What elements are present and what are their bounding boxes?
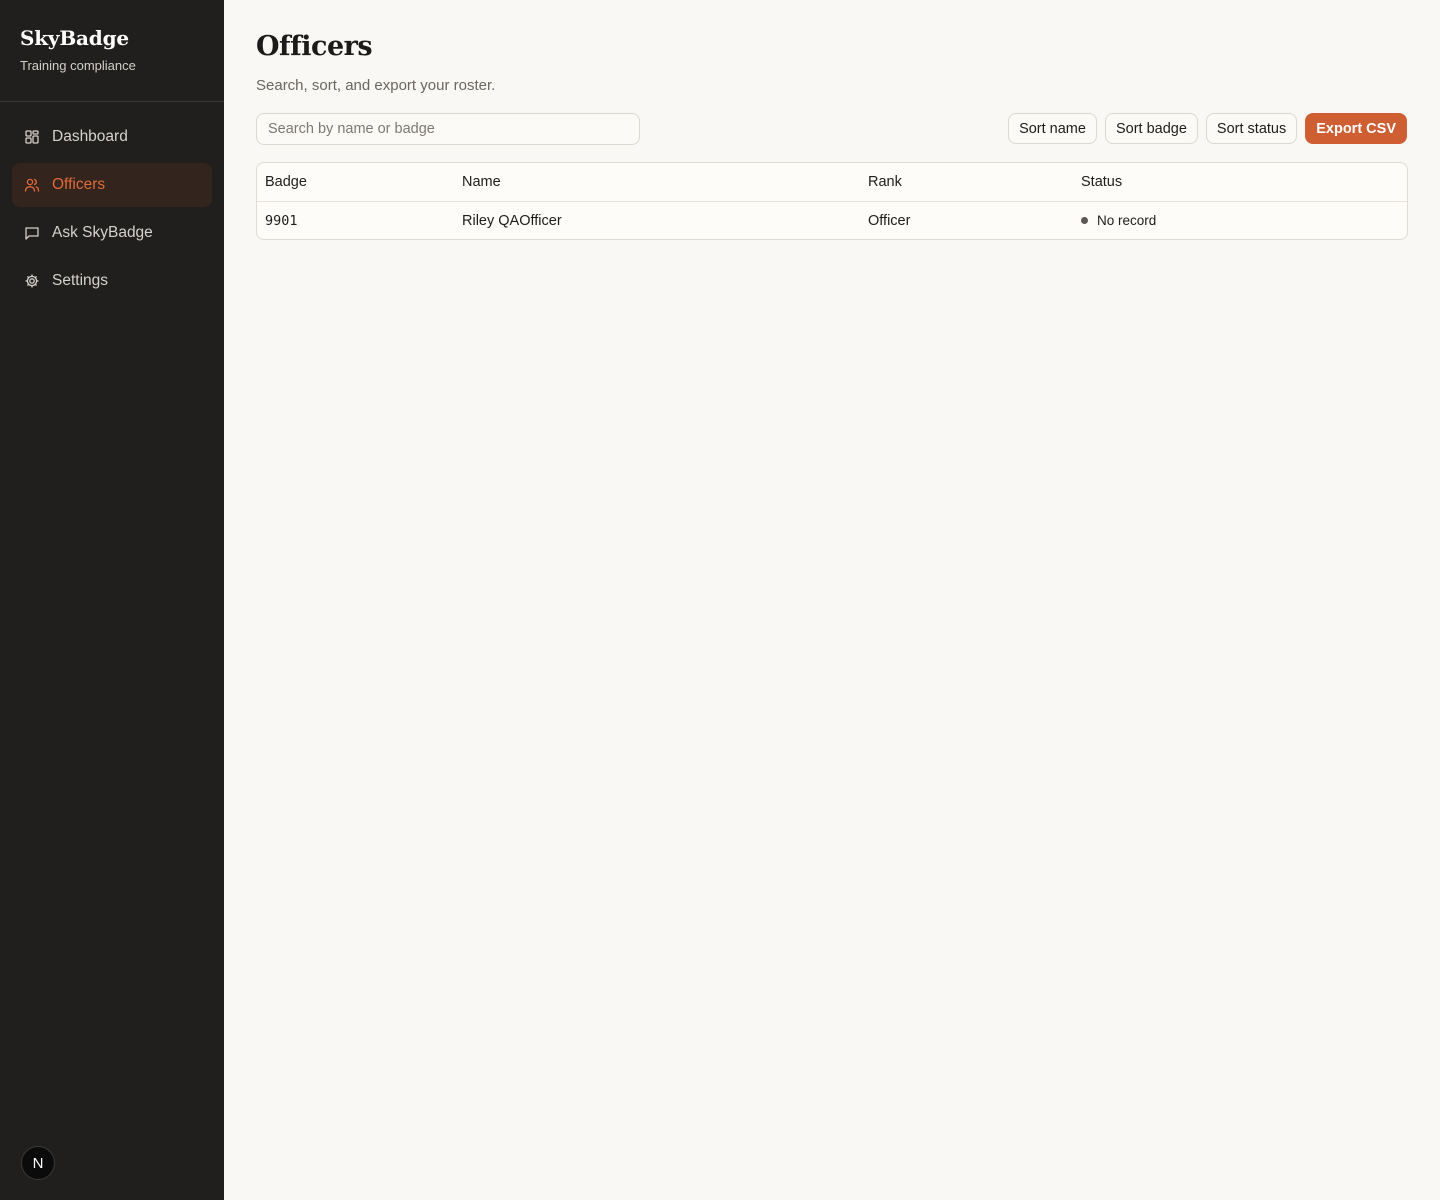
chat-icon bbox=[24, 225, 40, 241]
sidebar-item-label: Ask SkyBadge bbox=[52, 224, 153, 241]
sidebar-item-ask-skybadge[interactable]: Ask SkyBadge bbox=[12, 211, 212, 255]
sidebar-item-label: Officers bbox=[52, 176, 106, 193]
search-input[interactable] bbox=[256, 113, 640, 145]
sidebar-item-settings[interactable]: Settings bbox=[12, 259, 212, 303]
gear-icon bbox=[24, 273, 40, 289]
sidebar: SkyBadge Training compliance Dashboard O… bbox=[0, 0, 224, 1200]
sort-status-button[interactable]: Sort status bbox=[1205, 113, 1298, 144]
status-label: No record bbox=[1097, 213, 1157, 228]
sidebar-nav: Dashboard Officers Ask SkyBadge Settings bbox=[0, 102, 224, 303]
users-icon bbox=[24, 177, 40, 193]
column-header-name[interactable]: Name bbox=[462, 174, 868, 190]
sidebar-item-label: Settings bbox=[52, 272, 109, 289]
cell-rank: Officer bbox=[868, 212, 911, 229]
page-title: Officers bbox=[256, 31, 373, 62]
page-subtitle: Search, sort, and export your roster. bbox=[256, 77, 496, 94]
column-header-rank[interactable]: Rank bbox=[868, 174, 1081, 190]
avatar[interactable]: N bbox=[21, 1146, 55, 1180]
brand-subtitle: Training compliance bbox=[20, 58, 136, 73]
sidebar-item-dashboard[interactable]: Dashboard bbox=[12, 115, 212, 159]
sort-name-button[interactable]: Sort name bbox=[1008, 113, 1097, 144]
column-header-status[interactable]: Status bbox=[1081, 174, 1407, 190]
main-content: Officers Search, sort, and export your r… bbox=[224, 0, 1440, 1200]
export-csv-button[interactable]: Export CSV bbox=[1305, 113, 1407, 144]
officers-table: Badge Name Rank Status 9901 Riley QAOffi… bbox=[256, 162, 1408, 240]
cell-status: No record bbox=[1081, 213, 1407, 228]
sidebar-item-label: Dashboard bbox=[52, 128, 128, 145]
table-header: Badge Name Rank Status bbox=[257, 163, 1407, 202]
toolbar-buttons: Sort name Sort badge Sort status Export … bbox=[1008, 113, 1407, 144]
toolbar: Sort name Sort badge Sort status Export … bbox=[256, 113, 1408, 145]
status-dot-icon bbox=[1081, 217, 1088, 224]
cell-name: Riley QAOfficer bbox=[462, 212, 562, 229]
brand-name: SkyBadge bbox=[20, 26, 129, 50]
column-header-badge[interactable]: Badge bbox=[257, 174, 462, 190]
brand: SkyBadge Training compliance bbox=[0, 0, 224, 102]
sidebar-item-officers[interactable]: Officers bbox=[12, 163, 212, 207]
sort-badge-button[interactable]: Sort badge bbox=[1104, 113, 1198, 144]
cell-badge: 9901 bbox=[265, 212, 298, 229]
table-row[interactable]: 9901 Riley QAOfficer Officer No record bbox=[257, 202, 1407, 239]
dashboard-icon bbox=[24, 129, 40, 145]
